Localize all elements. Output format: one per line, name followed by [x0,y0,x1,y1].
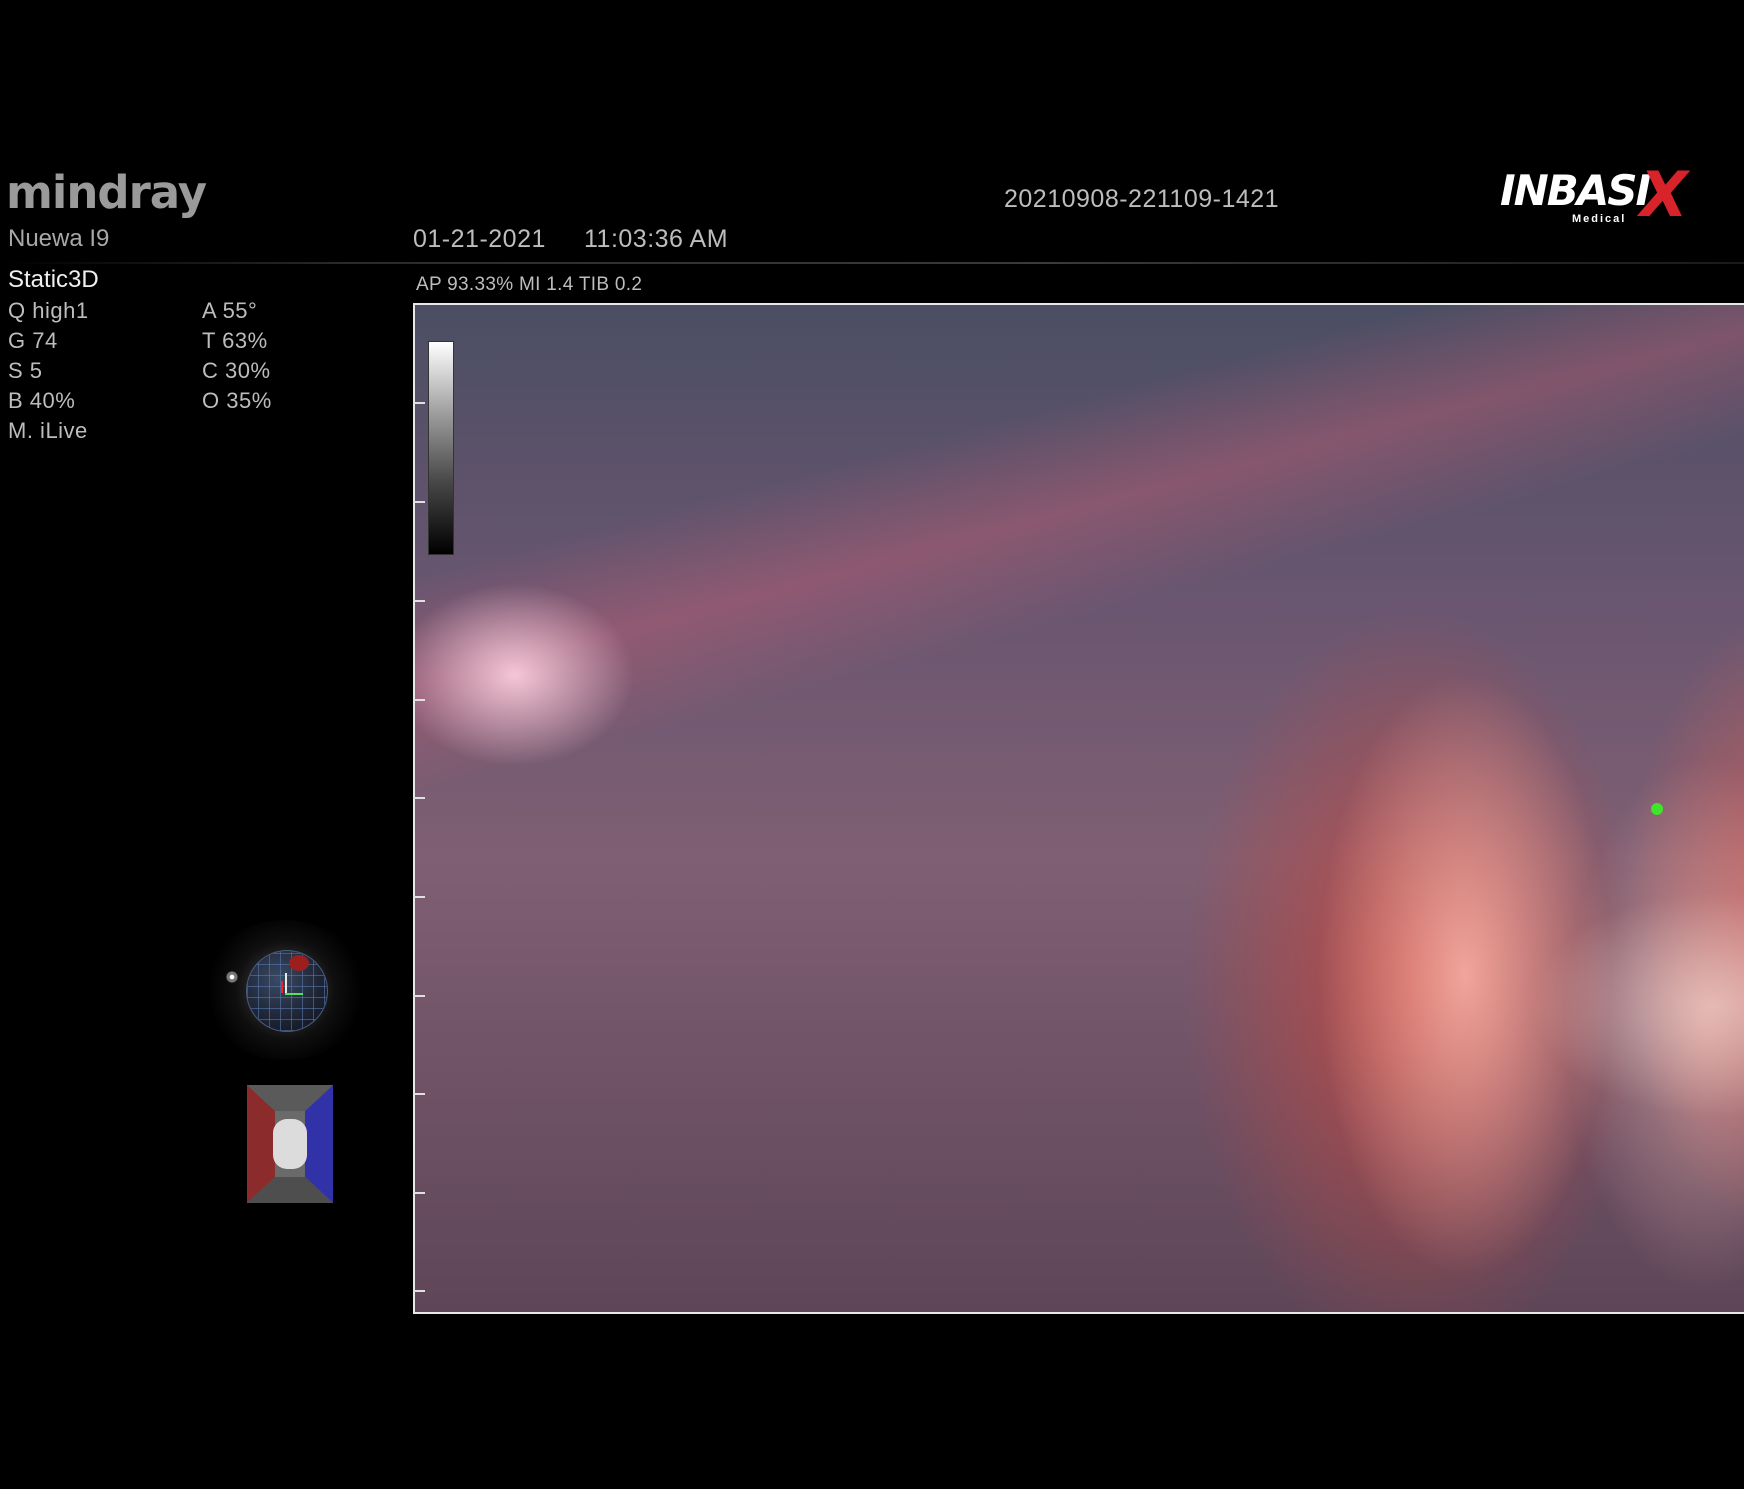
rotation-handle-icon[interactable] [226,971,238,983]
depth-tick [413,1192,425,1194]
acoustic-output: AP 93.33% MI 1.4 TIB 0.2 [416,274,643,295]
param-contrast: C 30% [202,358,271,383]
depth-tick [413,402,425,404]
param-angle: A 55° [202,298,258,323]
grayscale-bar [428,341,454,555]
orientation-globe-icon[interactable] [246,950,328,1032]
depth-tick [413,699,425,701]
param-brightness: B 40% [8,388,76,413]
partner-logo-word: INBASI [1500,166,1651,215]
mindray-logo: mindray [6,166,207,219]
partner-logo-x: X [1640,158,1688,231]
param-render-mode: M. iLive [8,418,88,443]
study-id: 20210908-221109-1421 [1004,185,1280,213]
param-gain: G 74 [8,328,58,353]
param-quality: Q high1 [8,298,89,323]
depth-tick [413,1290,425,1292]
render-viewport[interactable] [413,303,1744,1314]
depth-tick [413,896,425,898]
exam-date: 01-21-2021 [413,225,546,253]
depth-tick [413,501,425,503]
header-divider [0,262,1744,264]
inbasix-logo: INBASI X Medical [1500,158,1700,231]
device-model: Nuewa I9 [8,225,110,252]
render-box-icon[interactable] [245,1083,335,1205]
depth-tick [413,995,425,997]
green-dot-marker [1651,803,1663,815]
depth-tick [413,797,425,799]
partner-logo-sub: Medical [1572,213,1627,225]
param-smooth: S 5 [8,358,43,383]
depth-tick [413,1093,425,1095]
imaging-mode: Static3D [8,266,99,293]
depth-tick [413,600,425,602]
param-threshold: T 63% [202,328,268,353]
exam-time: 11:03:36 AM [584,225,729,253]
param-opacity: O 35% [202,388,272,413]
